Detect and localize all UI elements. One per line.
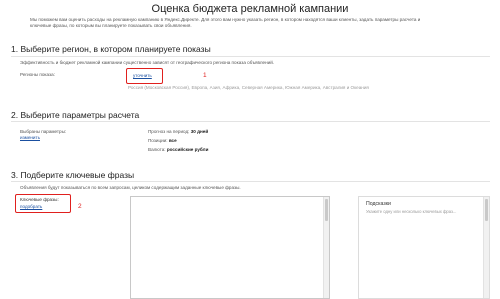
hints-scrollbar-thumb[interactable]	[485, 199, 488, 221]
positions-row: Позиции: все	[148, 138, 177, 143]
forecast-row: Прогноз на период: 30 дней	[148, 129, 208, 134]
section-region-title: 1. Выберите регион, в котором планируете…	[11, 44, 211, 54]
section-keywords-divider	[11, 181, 490, 182]
regions-value: Россия (Московская Россия), Европа, Азия…	[128, 85, 369, 90]
annotation-marker-2: 2	[78, 203, 82, 210]
keywords-scrollbar-thumb[interactable]	[325, 199, 328, 221]
currency-row: Валюта: российские рубли	[148, 147, 208, 152]
hints-title: Подсказки	[366, 201, 391, 207]
section-params-title: 2. Выберите параметры расчета	[11, 110, 140, 120]
keywords-textarea[interactable]	[130, 196, 330, 299]
page-title: Оценка бюджета рекламной кампании	[151, 3, 349, 15]
intro-text-line-2: ключевые фразы, по которым вы планируете…	[30, 23, 192, 28]
section-keywords-title: 3. Подберите ключевые фразы	[11, 170, 135, 180]
annotation-marker-1: 1	[203, 72, 207, 79]
hints-scrollbar[interactable]	[483, 197, 489, 298]
edit-regions-link[interactable]: уточнить	[133, 73, 152, 78]
keywords-scrollbar[interactable]	[323, 197, 329, 298]
intro-text-line-1: Мы поможем вам оценить расходы на реклам…	[30, 17, 421, 22]
section-region-note: Эффективность и бюджет рекламной кампани…	[20, 60, 275, 65]
section-params-divider	[11, 121, 490, 122]
section-region-divider	[11, 56, 490, 57]
forecast-label: Прогноз на период:	[148, 129, 190, 134]
keywords-label: Ключевые фразы:	[20, 197, 59, 202]
currency-label: Валюта:	[148, 147, 166, 152]
positions-label: Позиции:	[148, 138, 168, 143]
params-label: Выбраны параметры:	[20, 129, 67, 134]
currency-value: российские рубли	[166, 147, 209, 152]
hints-panel: Подсказки Укажите одну или несколько клю…	[358, 196, 490, 299]
forecast-value: 30 дней	[190, 129, 209, 134]
section-keywords-note: Объявления будут показываться по всем за…	[20, 185, 241, 190]
hints-text: Укажите одну или несколько ключевых фраз…	[366, 209, 457, 214]
regions-label: Регионы показа:	[20, 72, 55, 77]
positions-value: все	[168, 138, 177, 143]
change-params-link[interactable]: изменить	[20, 135, 40, 140]
pick-keywords-link[interactable]: подобрать	[20, 204, 42, 209]
